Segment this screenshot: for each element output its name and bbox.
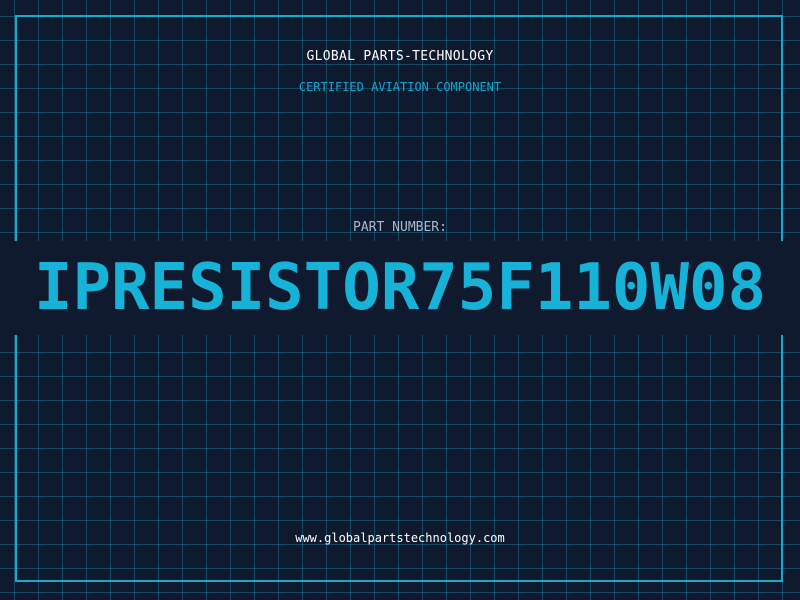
website-url[interactable]: www.globalpartstechnology.com [0, 531, 800, 545]
certification-subtitle: CERTIFIED AVIATION COMPONENT [298, 80, 502, 94]
part-number-label: PART NUMBER: [353, 220, 447, 235]
company-name: GLOBAL PARTS-TECHNOLOGY [306, 49, 494, 64]
part-number-value: IPRESISTOR75F110W08 [33, 251, 767, 325]
part-number-band: IPRESISTOR75F110W08 [0, 241, 800, 335]
